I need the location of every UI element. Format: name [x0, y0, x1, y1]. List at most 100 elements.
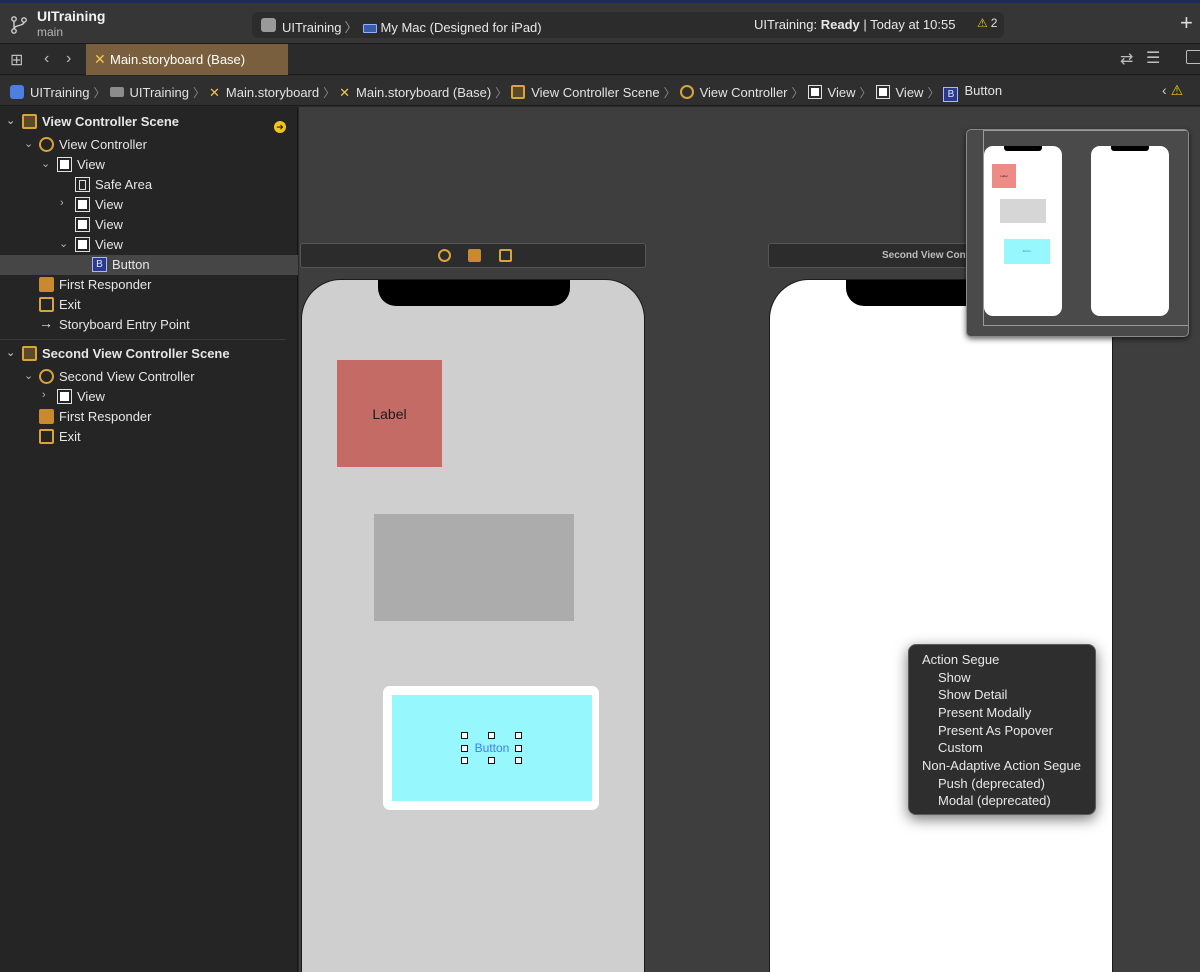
outline-entry-point[interactable]: → Storyboard Entry Point — [0, 315, 298, 335]
outline-label: Second View Controller — [59, 369, 195, 384]
outline-subview-1[interactable]: › View — [0, 195, 298, 215]
label[interactable]: Label — [337, 406, 442, 422]
app-icon — [10, 85, 24, 99]
menu-item-push[interactable]: Push (deprecated) — [909, 776, 1097, 794]
outline-second-first-responder[interactable]: First Responder — [0, 407, 298, 427]
tab-main-storyboard[interactable]: ✕ Main.storyboard (Base) — [86, 44, 288, 75]
warning-icon: ⚠ — [1170, 82, 1184, 98]
menu-item-show[interactable]: Show — [909, 670, 1097, 688]
crumb-view-controller[interactable]: View Controller — [679, 85, 788, 100]
outline-second-exit[interactable]: Exit — [0, 427, 298, 447]
menu-item-modal[interactable]: Modal (deprecated) — [909, 793, 1097, 811]
chevron-down-icon[interactable]: ⌄ — [59, 237, 68, 250]
chevron-left-icon[interactable]: ‹ — [1162, 82, 1167, 98]
back-icon[interactable]: ‹ — [44, 50, 49, 68]
chevron-right-icon: 〉 — [323, 86, 336, 100]
crumb-scene[interactable]: View Controller Scene — [511, 85, 660, 100]
branch-name[interactable]: main — [37, 25, 63, 39]
split-editor-icon[interactable] — [1186, 50, 1200, 64]
outline-label: Exit — [59, 429, 81, 444]
view-icon — [57, 389, 72, 404]
button-container-view[interactable]: Button — [383, 686, 599, 810]
minimap-scene-2[interactable] — [1091, 146, 1169, 316]
outline-safe-area[interactable]: Safe Area — [0, 175, 298, 195]
minimap-scene-1[interactable]: Label Button — [984, 146, 1062, 316]
scene-dock-view-controller[interactable] — [300, 243, 646, 268]
outline-first-responder[interactable]: First Responder — [0, 275, 298, 295]
outline-label: Safe Area — [95, 177, 153, 192]
exit-icon[interactable] — [499, 249, 512, 262]
crumb-view[interactable]: View — [807, 85, 855, 100]
resize-handle[interactable] — [515, 745, 522, 752]
crumb-subview[interactable]: View — [875, 85, 923, 100]
gray-view[interactable] — [374, 514, 574, 621]
grid-icon[interactable]: ⊞ — [10, 50, 23, 70]
view-icon — [75, 197, 90, 212]
crumb-storyboard[interactable]: ✕ Main.storyboard — [209, 85, 319, 100]
outline-view[interactable]: ⌄ View — [0, 155, 298, 175]
minimap[interactable]: Label Button — [966, 129, 1189, 337]
chevron-right-icon: 〉 — [927, 86, 940, 100]
resize-handle[interactable] — [488, 732, 495, 739]
add-library-button[interactable]: + — [1180, 10, 1193, 36]
editor-options-icon[interactable]: ☰ — [1146, 48, 1160, 68]
crumb-storyboard-base[interactable]: ✕ Main.storyboard (Base) — [339, 85, 491, 100]
outline-view-controller[interactable]: ⌄ View Controller — [0, 135, 298, 155]
chevron-right-icon[interactable]: › — [60, 197, 64, 209]
outline-label: View — [95, 217, 123, 232]
chevron-down-icon[interactable]: ⌄ — [24, 369, 33, 382]
outline-second-view[interactable]: › View — [0, 387, 298, 407]
outline-button[interactable]: B Button — [0, 255, 298, 275]
scheme-name[interactable]: UITraining — [282, 20, 341, 35]
resize-handle[interactable] — [515, 757, 522, 764]
tab-bar: ⊞ ‹ › ✕ Main.storyboard (Base) ⇄ ☰ — [0, 44, 1200, 75]
chevron-right-icon: 〉 — [192, 86, 205, 100]
chevron-right-icon[interactable]: › — [42, 389, 46, 401]
button-background-view[interactable]: Button — [392, 695, 592, 801]
outline-exit[interactable]: Exit — [0, 295, 298, 315]
outline-scene2[interactable]: ⌄ Second View Controller Scene — [0, 344, 298, 364]
menu-item-show-detail[interactable]: Show Detail — [909, 687, 1097, 705]
outline-subview-3[interactable]: ⌄ View — [0, 235, 298, 255]
menu-item-custom[interactable]: Custom — [909, 740, 1097, 758]
second-view-controller-canvas[interactable] — [769, 279, 1113, 972]
label-container-view[interactable]: Label — [337, 360, 442, 467]
destination-name[interactable]: My Mac (Designed for iPad) — [381, 20, 542, 35]
menu-item-present-as-popover[interactable]: Present As Popover — [909, 723, 1097, 741]
crumb-project[interactable]: UITraining — [10, 85, 89, 100]
menu-item-present-modally[interactable]: Present Modally — [909, 705, 1097, 723]
related-items-icon[interactable]: ⇄ — [1120, 49, 1133, 69]
outline-subview-2[interactable]: View — [0, 215, 298, 235]
crumb-folder[interactable]: UITraining — [109, 85, 189, 100]
chevron-down-icon[interactable]: ⌄ — [6, 346, 15, 359]
button[interactable]: Button — [392, 741, 592, 755]
outline-label: Button — [112, 257, 150, 272]
status-prefix: UITraining: — [754, 17, 818, 32]
chevron-down-icon[interactable]: ⌄ — [24, 137, 33, 150]
exit-icon — [39, 429, 54, 444]
chevron-right-icon: 〉 — [93, 86, 106, 100]
view-controller-canvas[interactable]: Label Button — [301, 279, 645, 972]
warning-indicator[interactable]: ⚠ 2 — [977, 16, 997, 30]
scheme-destination-selector[interactable]: UITraining 〉 My Mac (Designed for iPad) — [282, 17, 542, 36]
resize-handle[interactable] — [461, 757, 468, 764]
issue-navigator[interactable]: ‹ ⚠ — [1162, 82, 1183, 99]
go-to-scene-icon[interactable]: ➜ — [274, 121, 286, 133]
folder-icon — [109, 87, 124, 97]
outline-scene1[interactable]: ⌄ View Controller Scene ➜ — [0, 112, 298, 133]
chevron-down-icon[interactable]: ⌄ — [41, 157, 50, 170]
tab-label: Main.storyboard (Base) — [110, 52, 246, 67]
resize-handle[interactable] — [515, 732, 522, 739]
chevron-down-icon[interactable]: ⌄ — [6, 114, 15, 127]
crumb-button[interactable]: B Button — [943, 83, 1002, 102]
document-outline: ⌄ View Controller Scene ➜ ⌄ View Control… — [0, 107, 298, 972]
storyboard-canvas[interactable]: Second View Controller Label Button Labe… — [299, 107, 1200, 972]
resize-handle[interactable] — [461, 732, 468, 739]
project-title[interactable]: UITraining — [37, 8, 105, 24]
view-controller-icon[interactable] — [438, 249, 451, 262]
resize-handle[interactable] — [461, 745, 468, 752]
resize-handle[interactable] — [488, 757, 495, 764]
forward-icon[interactable]: › — [66, 50, 71, 68]
first-responder-icon[interactable] — [468, 249, 481, 262]
outline-second-view-controller[interactable]: ⌄ Second View Controller — [0, 367, 298, 387]
